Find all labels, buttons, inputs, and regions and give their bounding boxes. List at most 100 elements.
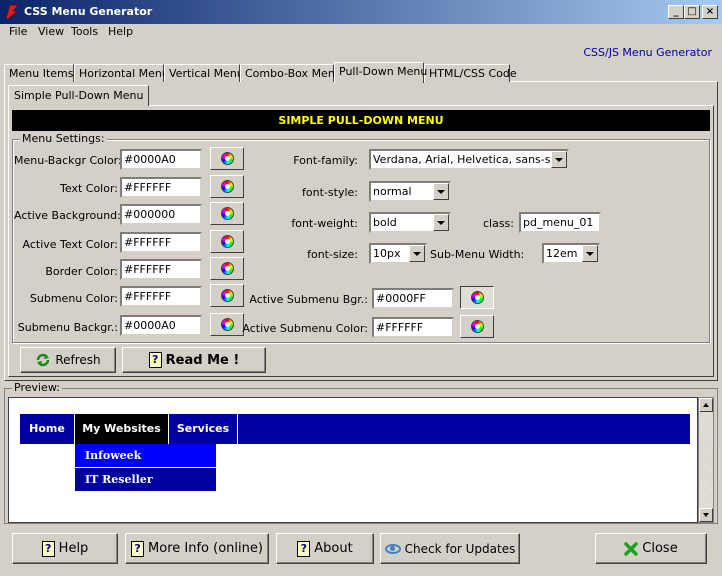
submenu-bg-field[interactable]: #0000A0 xyxy=(120,315,202,336)
font-style-value: normal xyxy=(373,185,412,198)
app-icon xyxy=(5,4,19,20)
read-me-label: Read Me ! xyxy=(165,352,240,368)
check-updates-label: Check for Updates xyxy=(404,541,516,556)
menu-bg-color-label: Menu-Backgr Color: xyxy=(14,154,122,167)
help-label: Help xyxy=(58,541,89,556)
close-label: Close xyxy=(642,541,678,556)
active-submenu-bgr-picker-button[interactable] xyxy=(460,286,494,309)
submenu-bg-label: Submenu Backgr.: xyxy=(17,321,118,334)
minimize-button[interactable]: _ xyxy=(668,5,684,19)
font-style-select[interactable]: normal xyxy=(369,181,451,202)
tab-simple-pull-down-menu[interactable]: Simple Pull-Down Menu xyxy=(8,85,150,106)
dropdown-arrow-icon[interactable] xyxy=(409,245,425,262)
refresh-button[interactable]: Refresh xyxy=(20,347,116,373)
maximize-button[interactable]: □ xyxy=(684,5,700,19)
green-x-icon xyxy=(624,541,639,556)
active-bg-picker-button[interactable] xyxy=(210,202,244,225)
menu-tools[interactable]: Tools xyxy=(71,25,98,38)
font-size-select[interactable]: 10px xyxy=(369,243,427,264)
about-label: About xyxy=(314,541,353,556)
active-submenu-color-picker-button[interactable] xyxy=(460,315,494,338)
class-field[interactable]: pd_menu_01 xyxy=(519,212,601,233)
font-weight-select[interactable]: bold xyxy=(369,212,451,233)
window-title: CSS Menu Generator xyxy=(24,5,153,18)
dropdown-arrow-icon[interactable] xyxy=(551,151,567,168)
menu-file[interactable]: File xyxy=(9,25,27,38)
close-window-button[interactable]: × xyxy=(702,5,718,19)
tab-combo-box-menu[interactable]: Combo-Box Menu xyxy=(240,64,342,82)
border-color-field[interactable]: #FFFFFF xyxy=(120,259,202,280)
menu-bg-color-picker-button[interactable] xyxy=(210,147,244,170)
active-text-color-picker-button[interactable] xyxy=(210,230,244,253)
font-weight-value: bold xyxy=(373,216,397,229)
text-color-field[interactable]: #FFFFFF xyxy=(120,177,202,198)
font-family-value: Verdana, Arial, Helvetica, sans-serif xyxy=(373,153,569,166)
preview-menu-services[interactable]: Services xyxy=(169,414,238,444)
preview-submenu-infoweek[interactable]: Infoweek xyxy=(75,444,216,468)
font-size-value: 10px xyxy=(373,247,401,260)
section-banner: SIMPLE PULL-DOWN MENU xyxy=(12,110,710,131)
submenu-color-picker-button[interactable] xyxy=(210,284,244,307)
menu-bg-color-field[interactable]: #0000A0 xyxy=(120,149,202,170)
scroll-down-button[interactable] xyxy=(699,508,713,522)
title-bar: CSS Menu Generator _ □ × xyxy=(0,0,722,24)
active-text-color-field[interactable]: #FFFFFF xyxy=(120,232,202,253)
dropdown-arrow-icon[interactable] xyxy=(433,214,449,231)
font-family-select[interactable]: Verdana, Arial, Helvetica, sans-serif xyxy=(369,149,569,170)
active-submenu-bgr-field[interactable]: #0000FF xyxy=(372,288,454,309)
color-wheel-icon xyxy=(471,320,484,333)
preview-submenu-it-reseller[interactable]: IT Reseller xyxy=(75,468,216,492)
preview-menu-home[interactable]: Home xyxy=(20,414,75,444)
preview-scrollbar[interactable] xyxy=(698,397,714,523)
help-question-icon: ? xyxy=(148,352,162,368)
refresh-label: Refresh xyxy=(55,353,101,367)
preview-menu-my-websites[interactable]: My Websites xyxy=(75,414,169,444)
active-submenu-bgr-label: Active Submenu Bgr.: xyxy=(249,293,368,306)
menu-settings-title: Menu Settings: xyxy=(20,132,107,145)
color-wheel-icon xyxy=(221,318,234,331)
tab-horizontal-menu[interactable]: Horizontal Menu xyxy=(74,64,169,82)
tab-vertical-menu[interactable]: Vertical Menu xyxy=(164,64,244,82)
more-info-button[interactable]: ? More Info (online) xyxy=(125,533,269,564)
color-wheel-icon xyxy=(221,152,234,165)
scroll-up-button[interactable] xyxy=(699,398,713,412)
font-size-label: font-size: xyxy=(307,248,358,261)
eye-icon xyxy=(384,543,401,554)
active-submenu-color-field[interactable]: #FFFFFF xyxy=(372,317,454,338)
read-me-button[interactable]: ? Read Me ! xyxy=(122,347,266,373)
preview-menu-bar: Home My Websites Services xyxy=(20,414,690,444)
color-wheel-icon xyxy=(471,291,484,304)
help-question-icon: ? xyxy=(131,540,145,557)
color-wheel-icon xyxy=(221,180,234,193)
dropdown-arrow-icon[interactable] xyxy=(433,183,449,200)
submenu-color-label: Submenu Color: xyxy=(29,292,118,305)
dropdown-arrow-icon[interactable] xyxy=(582,245,598,262)
menu-view[interactable]: View xyxy=(38,25,64,38)
color-wheel-icon xyxy=(221,235,234,248)
close-button[interactable]: Close xyxy=(595,533,707,564)
arrow-up-icon xyxy=(703,403,709,407)
help-button[interactable]: ? Help xyxy=(12,533,118,564)
submenu-width-select[interactable]: 12em xyxy=(542,243,600,264)
active-text-color-label: Active Text Color: xyxy=(22,238,119,251)
more-info-label: More Info (online) xyxy=(148,541,263,556)
check-updates-button[interactable]: Check for Updates xyxy=(380,533,520,564)
font-weight-label: font-weight: xyxy=(291,217,358,230)
submenu-bg-picker-button[interactable] xyxy=(210,313,244,336)
text-color-picker-button[interactable] xyxy=(210,175,244,198)
submenu-color-field[interactable]: #FFFFFF xyxy=(120,286,202,307)
active-submenu-color-label: Active Submenu Color: xyxy=(242,322,368,335)
help-question-icon: ? xyxy=(41,540,55,557)
tab-html-css-code[interactable]: HTML/CSS Code xyxy=(424,64,517,82)
preview-title: Preview: xyxy=(12,381,62,394)
about-button[interactable]: ? About xyxy=(276,533,374,564)
refresh-icon xyxy=(37,353,50,367)
tab-menu-items[interactable]: Menu Items xyxy=(4,64,74,82)
menu-help[interactable]: Help xyxy=(108,25,133,38)
color-wheel-icon xyxy=(221,289,234,302)
active-bg-field[interactable]: #000000 xyxy=(120,204,202,225)
brand-link[interactable]: CSS/JS Menu Generator xyxy=(583,46,712,59)
color-wheel-icon xyxy=(221,207,234,220)
border-color-picker-button[interactable] xyxy=(210,257,244,280)
tab-pull-down-menu[interactable]: Pull-Down Menu xyxy=(334,62,427,83)
